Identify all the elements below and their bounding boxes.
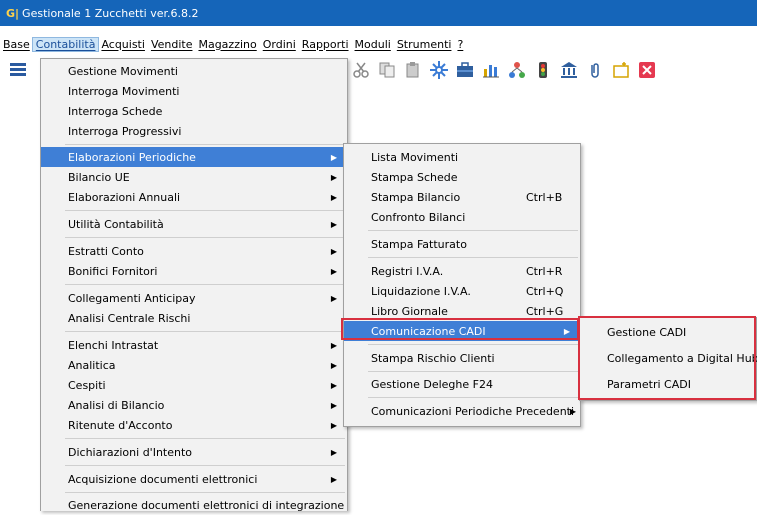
settings-icon[interactable] bbox=[430, 61, 448, 79]
elaborazioni-periodiche-menu: Lista Movimenti Stampa Schede Stampa Bil… bbox=[343, 143, 581, 427]
submenu-arrow-icon: ▶ bbox=[330, 400, 337, 410]
menu-item-analisi-di-bilancio[interactable]: Analisi di Bilancio ▶ bbox=[41, 395, 347, 415]
submenu-arrow-icon: ▶ bbox=[330, 192, 337, 202]
menu-item-elaborazioni-annuali[interactable]: Elaborazioni Annuali ▶ bbox=[41, 187, 347, 207]
menu-item-gestione-movimenti[interactable]: Gestione Movimenti bbox=[41, 61, 347, 81]
menu-strumenti[interactable]: Strumenti bbox=[394, 38, 455, 51]
menu-separator bbox=[65, 144, 345, 145]
menu-item-lista-movimenti[interactable]: Lista Movimenti bbox=[344, 147, 580, 167]
close-icon[interactable] bbox=[638, 61, 656, 79]
menu-magazzino[interactable]: Magazzino bbox=[195, 38, 259, 51]
menu-separator bbox=[65, 284, 345, 285]
menu-separator bbox=[368, 371, 578, 372]
menu-vendite[interactable]: Vendite bbox=[148, 38, 196, 51]
submenu-arrow-icon: ▶ bbox=[330, 266, 337, 276]
menu-item-elaborazioni-periodiche[interactable]: Elaborazioni Periodiche ▶ bbox=[41, 147, 347, 167]
menu-item-bonifici-fornitori[interactable]: Bonifici Fornitori ▶ bbox=[41, 261, 347, 281]
menu-item-collegamenti-anticipay[interactable]: Collegamenti Anticipay ▶ bbox=[41, 288, 347, 308]
app-logo-icon: G| bbox=[6, 6, 20, 20]
menu-separator bbox=[368, 257, 578, 258]
menu-item-registri-iva[interactable]: Registri I.V.A. Ctrl+R bbox=[344, 261, 580, 281]
copy-icon[interactable] bbox=[378, 61, 396, 79]
submenu-arrow-icon: ▶ bbox=[569, 406, 576, 416]
folder-new-icon[interactable] bbox=[612, 61, 630, 79]
cut-icon[interactable] bbox=[352, 61, 370, 79]
menu-item-acquisizione-documenti[interactable]: Acquisizione documenti elettronici ▶ bbox=[41, 469, 347, 489]
menu-separator bbox=[65, 492, 345, 493]
menu-moduli[interactable]: Moduli bbox=[352, 38, 394, 51]
menu-item-analitica[interactable]: Analitica ▶ bbox=[41, 355, 347, 375]
menu-item-stampa-schede[interactable]: Stampa Schede bbox=[344, 167, 580, 187]
title-bar: G| Gestionale 1 Zucchetti ver.6.8.2 bbox=[0, 0, 757, 26]
submenu-arrow-icon: ▶ bbox=[330, 172, 337, 182]
menu-item-stampa-bilancio[interactable]: Stampa Bilancio Ctrl+B bbox=[344, 187, 580, 207]
menu-item-interroga-movimenti[interactable]: Interroga Movimenti bbox=[41, 81, 347, 101]
menu-item-cespiti[interactable]: Cespiti ▶ bbox=[41, 375, 347, 395]
menu-separator bbox=[65, 210, 345, 211]
menu-help[interactable]: ? bbox=[454, 38, 466, 51]
menu-base[interactable]: Base bbox=[0, 38, 33, 51]
menu-item-utilita-contabilita[interactable]: Utilità Contabilità ▶ bbox=[41, 214, 347, 234]
annotation-highlight-cadi-submenu bbox=[578, 316, 756, 400]
contabilita-menu: Gestione Movimenti Interroga Movimenti I… bbox=[40, 58, 348, 512]
window-title: Gestionale 1 Zucchetti ver.6.8.2 bbox=[22, 6, 199, 20]
menu-item-generazione-documenti[interactable]: Generazione documenti elettronici di int… bbox=[41, 495, 347, 515]
submenu-arrow-icon: ▶ bbox=[330, 420, 337, 430]
menu-rapporti[interactable]: Rapporti bbox=[299, 38, 352, 51]
menu-item-liquidazione-iva[interactable]: Liquidazione I.V.A. Ctrl+Q bbox=[344, 281, 580, 301]
menu-item-stampa-fatturato[interactable]: Stampa Fatturato bbox=[344, 234, 580, 254]
submenu-arrow-icon: ▶ bbox=[330, 340, 337, 350]
submenu-arrow-icon: ▶ bbox=[330, 293, 337, 303]
menu-item-stampa-rischio-clienti[interactable]: Stampa Rischio Clienti bbox=[344, 348, 580, 368]
menu-item-analisi-centrale-rischi[interactable]: Analisi Centrale Rischi bbox=[41, 308, 347, 328]
menu-separator bbox=[368, 397, 578, 398]
menu-item-estratti-conto[interactable]: Estratti Conto ▶ bbox=[41, 241, 347, 261]
menu-separator bbox=[368, 344, 578, 345]
menu-item-comunicazioni-periodiche-precedenti[interactable]: Comunicazioni Periodiche Precedenti ▶ bbox=[344, 401, 580, 421]
briefcase-icon[interactable] bbox=[456, 61, 474, 79]
menu-bar: Base Contabilità Acquisti Vendite Magazz… bbox=[0, 34, 757, 54]
menu-separator bbox=[65, 438, 345, 439]
bank-icon[interactable] bbox=[560, 61, 578, 79]
menu-item-ritenute-acconto[interactable]: Ritenute d'Acconto ▶ bbox=[41, 415, 347, 435]
menu-item-elenchi-intrastat[interactable]: Elenchi Intrastat ▶ bbox=[41, 335, 347, 355]
network-icon[interactable] bbox=[508, 61, 526, 79]
traffic-light-icon[interactable] bbox=[534, 61, 552, 79]
submenu-arrow-icon: ▶ bbox=[330, 380, 337, 390]
menu-item-interroga-progressivi[interactable]: Interroga Progressivi bbox=[41, 121, 347, 141]
submenu-arrow-icon: ▶ bbox=[330, 447, 337, 457]
menu-separator bbox=[65, 237, 345, 238]
menu-separator bbox=[65, 465, 345, 466]
menu-item-gestione-deleghe-f24[interactable]: Gestione Deleghe F24 bbox=[344, 374, 580, 394]
menu-contabilita[interactable]: Contabilità bbox=[31, 36, 100, 52]
menu-item-confronto-bilanci[interactable]: Confronto Bilanci bbox=[344, 207, 580, 227]
submenu-arrow-icon: ▶ bbox=[330, 219, 337, 229]
submenu-arrow-icon: ▶ bbox=[330, 474, 337, 484]
paste-icon[interactable] bbox=[404, 61, 422, 79]
chart-icon[interactable] bbox=[482, 61, 500, 79]
submenu-arrow-icon: ▶ bbox=[330, 246, 337, 256]
menu-separator bbox=[368, 230, 578, 231]
menu-icon[interactable] bbox=[10, 63, 26, 77]
menu-item-bilancio-ue[interactable]: Bilancio UE ▶ bbox=[41, 167, 347, 187]
menu-ordini[interactable]: Ordini bbox=[260, 38, 299, 51]
submenu-arrow-icon: ▶ bbox=[330, 360, 337, 370]
annotation-highlight-cadi bbox=[341, 318, 579, 340]
menu-item-interroga-schede[interactable]: Interroga Schede bbox=[41, 101, 347, 121]
attachment-icon[interactable] bbox=[586, 61, 604, 79]
menu-acquisti[interactable]: Acquisti bbox=[98, 38, 148, 51]
menu-separator bbox=[65, 331, 345, 332]
submenu-arrow-icon: ▶ bbox=[330, 152, 337, 162]
menu-item-dichiarazioni-intento[interactable]: Dichiarazioni d'Intento ▶ bbox=[41, 442, 347, 462]
